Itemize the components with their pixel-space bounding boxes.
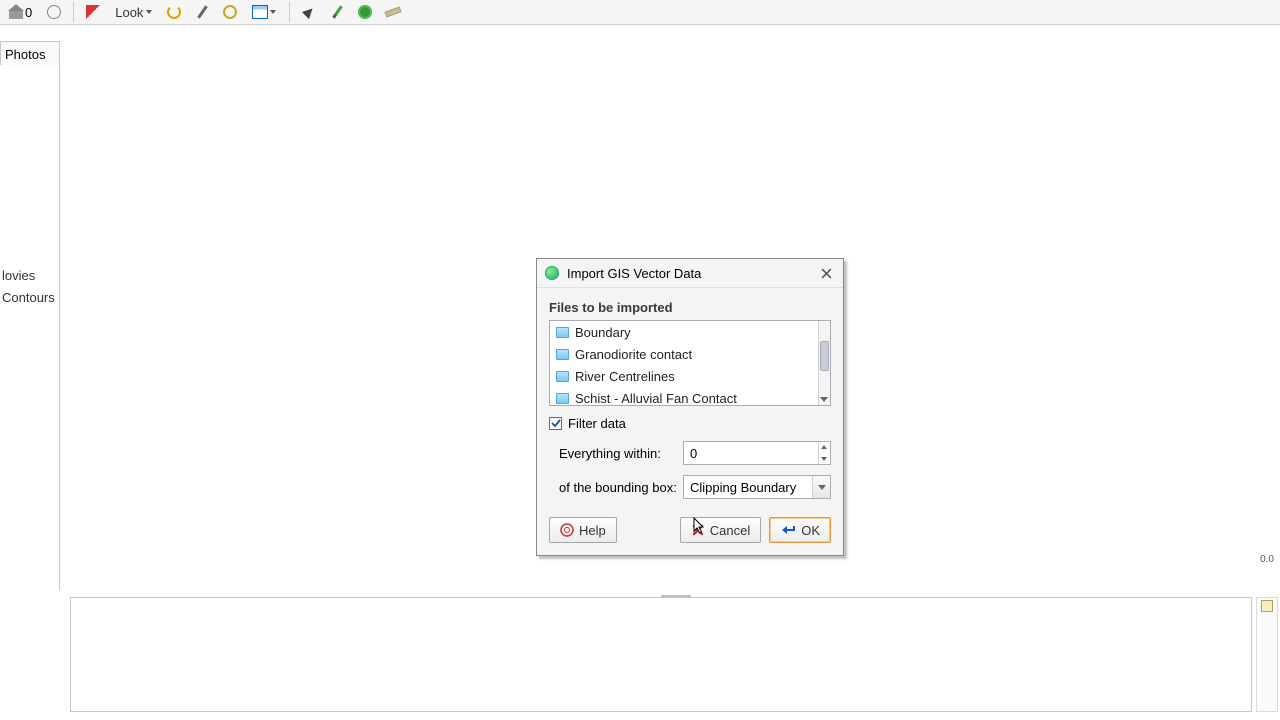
filter-label: Filter data	[568, 416, 626, 431]
dialog-titlebar[interactable]: Import GIS Vector Data	[537, 259, 843, 288]
cursor-icon	[302, 5, 316, 19]
snap-button[interactable]	[219, 1, 241, 23]
spinner[interactable]	[818, 442, 830, 464]
chevron-down-icon	[146, 10, 152, 14]
gear-icon	[358, 5, 372, 19]
listbox-scrollbar[interactable]	[818, 321, 830, 405]
scrollbar-thumb[interactable]	[820, 341, 829, 371]
chevron-down-icon	[820, 397, 828, 402]
tree-item[interactable]: lovies	[0, 265, 59, 287]
axis-origin-label: 0.0	[1260, 554, 1274, 565]
draw-button[interactable]	[82, 1, 104, 23]
look-label: Look	[115, 5, 143, 20]
filter-checkbox[interactable]	[549, 417, 562, 430]
help-icon	[560, 523, 574, 537]
chevron-down-icon	[818, 485, 826, 490]
dialog-title: Import GIS Vector Data	[567, 266, 701, 281]
panel-icon	[1261, 600, 1273, 612]
bbox-row: of the bounding box: Clipping Boundary	[549, 475, 831, 499]
bbox-label: of the bounding box:	[559, 480, 677, 495]
edit-button[interactable]	[191, 1, 213, 23]
draw-line-button[interactable]	[326, 1, 348, 23]
toolbar-divider	[289, 2, 290, 22]
tree-item[interactable]: Contours	[0, 287, 59, 309]
list-item[interactable]: Schist - Alluvial Fan Contact	[550, 387, 818, 406]
ok-arrow-icon	[780, 524, 796, 536]
ring-icon	[223, 5, 237, 19]
ok-button[interactable]: OK	[769, 517, 831, 543]
magnifier-icon	[47, 5, 61, 19]
ok-label: OK	[801, 523, 820, 538]
bbox-value: Clipping Boundary	[690, 480, 796, 495]
home-button[interactable]: 0	[4, 1, 37, 23]
layer-icon	[556, 393, 569, 404]
check-icon	[551, 419, 561, 428]
layer-icon	[556, 327, 569, 338]
bottom-panel	[70, 597, 1252, 712]
sidebar-tab[interactable]: Photos	[0, 41, 60, 66]
pencil-red-icon	[86, 5, 100, 19]
within-input[interactable]: 0	[683, 441, 831, 465]
chevron-down-icon	[270, 10, 276, 14]
list-item[interactable]: Boundary	[550, 321, 818, 343]
sidebar-panel: lovies Contours	[0, 65, 60, 590]
scrollbar-down[interactable]	[818, 393, 830, 405]
settings-button[interactable]	[354, 1, 376, 23]
help-label: Help	[579, 523, 606, 538]
right-panel-toggle[interactable]	[1256, 597, 1278, 712]
layer-icon	[556, 371, 569, 382]
look-menu[interactable]: Look	[110, 2, 157, 23]
main-toolbar: 0 Look	[0, 0, 1280, 25]
close-icon	[821, 268, 832, 279]
ruler-icon	[385, 6, 402, 17]
select-button[interactable]	[298, 1, 320, 23]
screwdriver-icon	[197, 5, 207, 18]
home-icon	[9, 5, 23, 19]
list-item-label: Granodiorite contact	[575, 347, 692, 362]
close-button[interactable]	[817, 264, 835, 282]
sync-button[interactable]	[163, 1, 185, 23]
globe-icon	[545, 266, 559, 280]
files-section-label: Files to be imported	[549, 300, 831, 315]
files-listbox[interactable]: Boundary Granodiorite contact River Cent…	[549, 320, 831, 406]
cancel-button[interactable]: Cancel	[680, 517, 761, 543]
home-badge: 0	[25, 5, 32, 20]
within-label: Everything within:	[559, 446, 677, 461]
cancel-icon	[691, 523, 705, 537]
within-row: Everything within: 0	[549, 441, 831, 465]
list-item-label: Boundary	[575, 325, 631, 340]
bbox-combo[interactable]: Clipping Boundary	[683, 475, 831, 499]
sync-icon	[167, 5, 181, 19]
zoom-extents-button[interactable]	[43, 1, 65, 23]
window-menu[interactable]	[247, 1, 281, 23]
pencil-green-icon	[332, 5, 342, 18]
import-gis-dialog: Import GIS Vector Data Files to be impor…	[536, 258, 844, 556]
cancel-label: Cancel	[710, 523, 750, 538]
window-icon	[252, 5, 268, 19]
sidebar-tab-label: Photos	[5, 47, 45, 62]
within-value: 0	[690, 446, 697, 461]
dialog-body: Files to be imported Boundary Granodiori…	[537, 288, 843, 555]
list-item[interactable]: Granodiorite contact	[550, 343, 818, 365]
combo-arrow[interactable]	[812, 476, 830, 498]
list-item[interactable]: River Centrelines	[550, 365, 818, 387]
filter-row: Filter data	[549, 416, 831, 431]
list-item-label: Schist - Alluvial Fan Contact	[575, 391, 737, 406]
help-button[interactable]: Help	[549, 517, 617, 543]
layer-icon	[556, 349, 569, 360]
toolbar-divider	[73, 2, 74, 22]
measure-button[interactable]	[382, 1, 404, 23]
list-item-label: River Centrelines	[575, 369, 675, 384]
dialog-button-row: Help Cancel OK	[549, 517, 831, 543]
